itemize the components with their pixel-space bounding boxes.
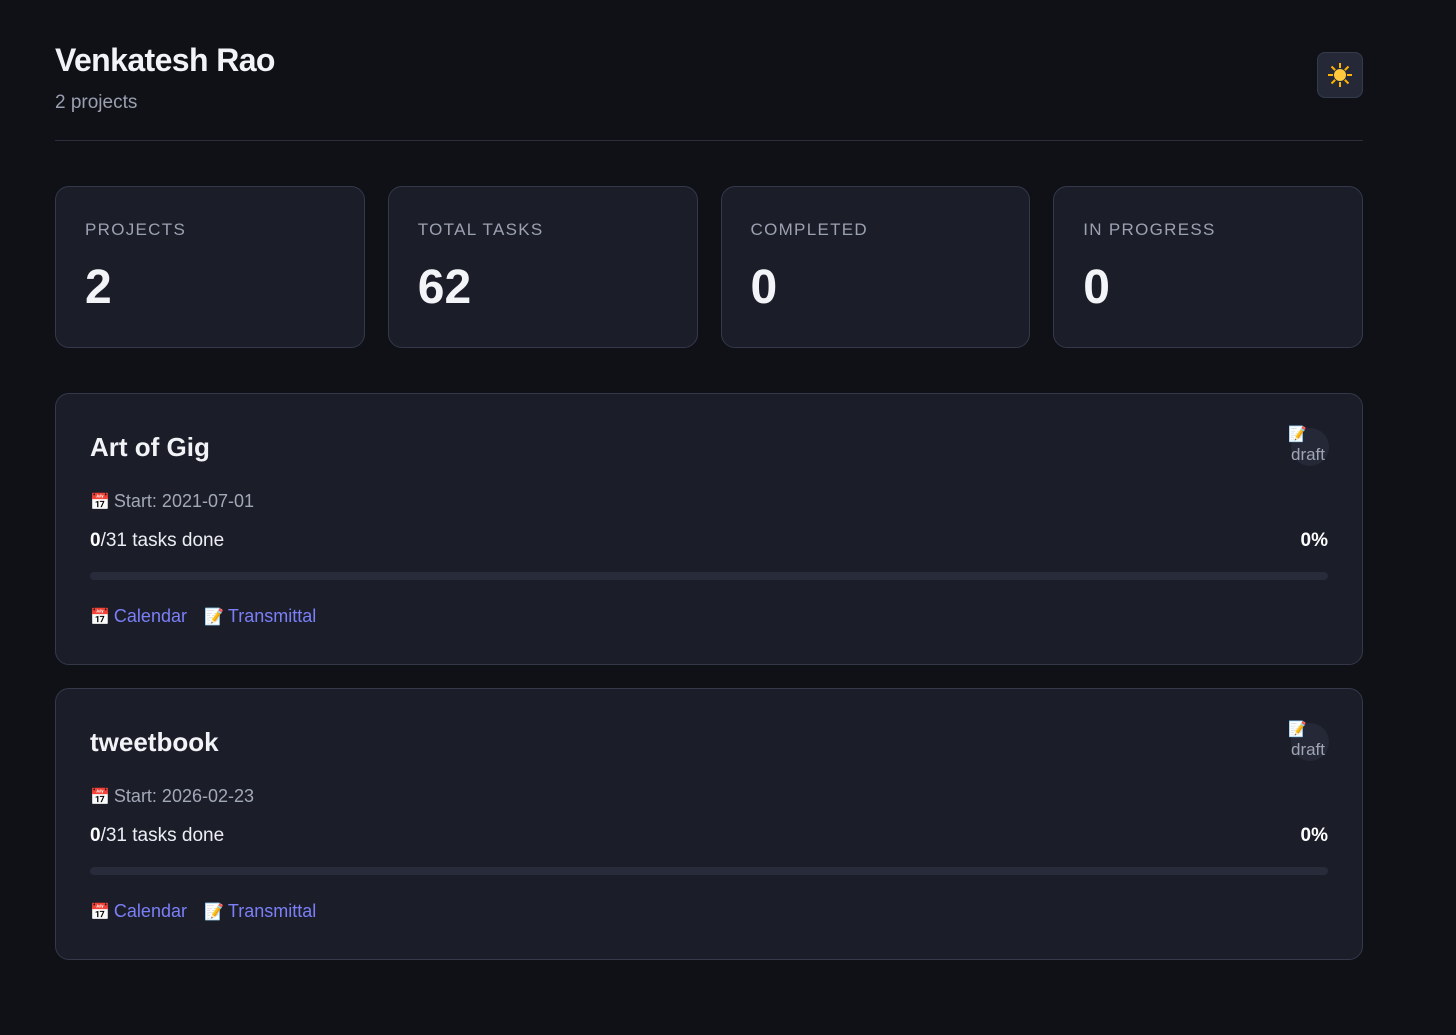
start-date-text: Start: 2021-07-01 <box>113 491 255 511</box>
calendar-icon: 📅 <box>90 609 110 626</box>
link-label: Transmittal <box>227 606 317 626</box>
sun-icon <box>1328 63 1352 87</box>
link-label: Transmittal <box>227 901 317 921</box>
memo-icon: 📝 <box>1288 721 1307 738</box>
memo-icon: 📝 <box>203 904 224 921</box>
stat-value: 62 <box>417 261 472 314</box>
stat-value: 2 <box>85 261 112 314</box>
project-name[interactable]: Art of Gig <box>90 432 210 463</box>
status-badge: 📝 draft <box>1287 721 1329 761</box>
memo-icon: 📝 <box>203 609 224 626</box>
status-label: draft <box>1290 740 1326 759</box>
stat-value: 0 <box>750 261 778 314</box>
start-date-text: Start: 2026-02-23 <box>113 786 255 806</box>
project-links: 📅 Calendar 📝 Transmittal <box>90 901 316 922</box>
dashboard: Venkatesh Rao 2 projects PROJECTS 2 TOTA… <box>55 0 1363 960</box>
progress-percent: 0% <box>1300 530 1328 551</box>
stat-card-in-progress: IN PROGRESS 0 <box>1053 186 1363 348</box>
start-date: 📅 Start: 2026-02-23 <box>90 786 254 807</box>
stats-row: PROJECTS 2 TOTAL TASKS 62 COMPLETED 0 IN… <box>55 186 1363 348</box>
stat-value: 0 <box>1083 261 1110 314</box>
project-links: 📅 Calendar 📝 Transmittal <box>90 606 316 627</box>
transmittal-link[interactable]: 📝 Transmittal <box>204 606 316 627</box>
tasks-done: 0/31 tasks done <box>90 825 224 847</box>
page-header: Venkatesh Rao 2 projects <box>55 0 1363 141</box>
progress-percent: 0% <box>1300 825 1328 846</box>
stat-label: COMPLETED <box>750 220 868 239</box>
calendar-link[interactable]: 📅 Calendar <box>90 606 187 627</box>
memo-icon: 📝 <box>1288 426 1307 443</box>
theme-toggle-button[interactable] <box>1317 52 1363 98</box>
tasks-total: /31 tasks done <box>100 530 225 551</box>
transmittal-link[interactable]: 📝 Transmittal <box>204 901 316 922</box>
project-card[interactable]: Art of Gig 📝 draft 📅 Start: 2021-07-01 0/… <box>55 393 1363 665</box>
calendar-icon: 📅 <box>90 494 110 511</box>
calendar-icon: 📅 <box>90 789 110 806</box>
stat-label: PROJECTS <box>85 220 187 239</box>
project-name[interactable]: tweetbook <box>90 727 219 758</box>
progress-bar <box>90 867 1328 875</box>
tasks-total: /31 tasks done <box>100 825 225 846</box>
link-label: Calendar <box>113 901 187 921</box>
calendar-icon: 📅 <box>90 904 110 921</box>
link-label: Calendar <box>113 606 187 626</box>
page-title: Venkatesh Rao <box>55 42 275 78</box>
stat-card-completed: COMPLETED 0 <box>720 186 1031 348</box>
tasks-done-count: 0 <box>90 530 101 551</box>
calendar-link[interactable]: 📅 Calendar <box>90 901 187 922</box>
progress-bar <box>90 572 1328 580</box>
status-badge: 📝 draft <box>1287 426 1329 466</box>
stat-card-total-tasks: TOTAL TASKS 62 <box>387 186 698 348</box>
tasks-done-count: 0 <box>90 825 101 846</box>
stat-label: IN PROGRESS <box>1083 220 1216 239</box>
status-label: draft <box>1290 445 1326 464</box>
project-card[interactable]: tweetbook 📝 draft 📅 Start: 2026-02-23 0/3… <box>55 688 1363 960</box>
project-count: 2 projects <box>55 92 138 113</box>
stat-card-projects: PROJECTS 2 <box>55 186 365 348</box>
stat-label: TOTAL TASKS <box>417 220 544 239</box>
start-date: 📅 Start: 2021-07-01 <box>90 491 254 512</box>
tasks-done: 0/31 tasks done <box>90 530 224 552</box>
